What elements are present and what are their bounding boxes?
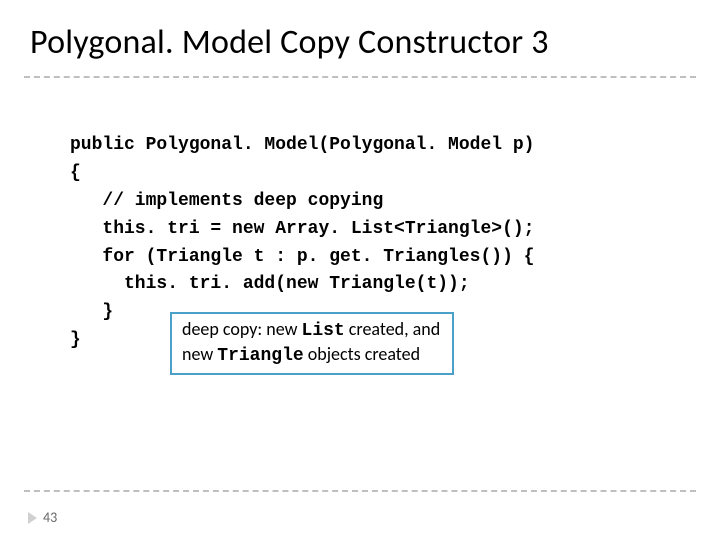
divider-bottom [24, 490, 696, 492]
page-number: 43 [43, 509, 57, 526]
callout-mono-1: List [302, 321, 345, 341]
callout-box: deep copy: new List created, and new Tri… [170, 312, 454, 375]
code-line-7: } [70, 302, 113, 322]
slide-title: Polygonal. Model Copy Constructor 3 [30, 22, 549, 63]
callout-mono-2: Triangle [217, 346, 303, 366]
code-line-6: this. tri. add(new Triangle(t)); [70, 274, 470, 294]
code-line-2: { [70, 163, 81, 183]
code-line-8: } [70, 330, 81, 350]
triangle-bullet-icon [28, 512, 37, 524]
code-line-5: for (Triangle t : p. get. Triangles()) { [70, 247, 534, 267]
callout-text-3: objects created [304, 343, 420, 365]
code-line-1: public Polygonal. Model(Polygonal. Model… [70, 135, 534, 155]
divider-top [24, 76, 696, 78]
callout-text-1: deep copy: new [182, 318, 302, 340]
page-number-group: 43 [28, 509, 57, 526]
code-line-4: this. tri = new Array. List<Triangle>(); [70, 219, 534, 239]
slide: Polygonal. Model Copy Constructor 3 publ… [0, 0, 720, 540]
code-line-3: // implements deep copying [70, 191, 383, 211]
